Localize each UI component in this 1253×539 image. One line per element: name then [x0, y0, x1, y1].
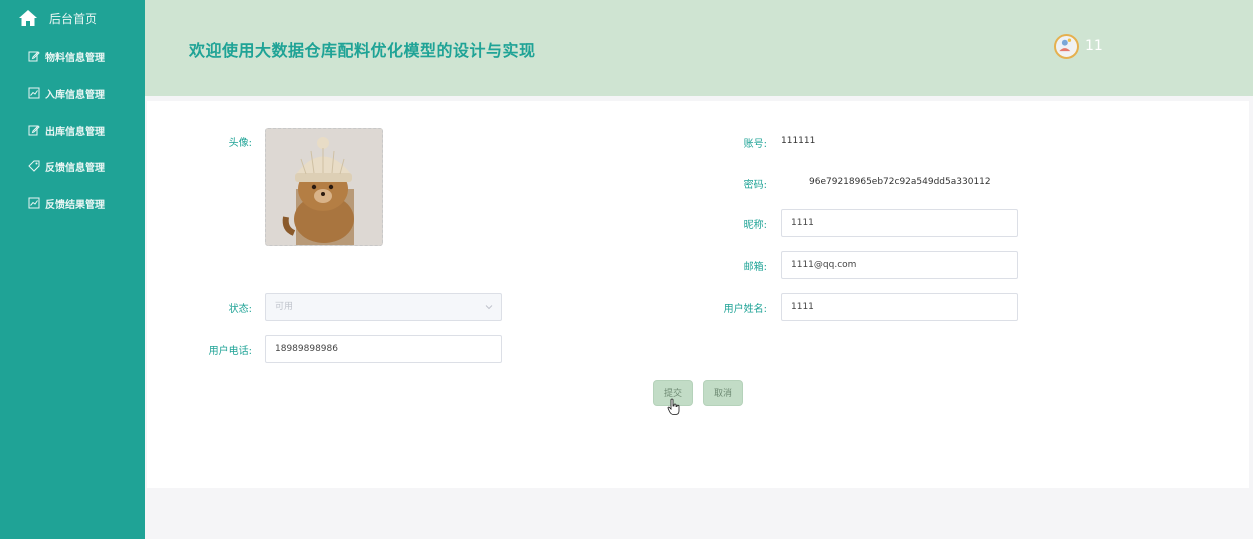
- sidebar-item-label: 物料信息管理: [45, 52, 105, 64]
- user-avatar[interactable]: [1054, 34, 1079, 59]
- chart-icon: [28, 87, 40, 99]
- avatar-icon: [1056, 36, 1074, 54]
- phone-input[interactable]: 18989898986: [265, 335, 502, 363]
- profile-form: 头像: 账号: 111111 密码: 96e79218965eb72c92a54…: [147, 101, 1249, 488]
- sidebar-item-label: 入库信息管理: [45, 89, 105, 101]
- sidebar-item-feedback[interactable]: 反馈信息管理: [28, 158, 105, 174]
- email-input[interactable]: 1111@qq.com: [781, 251, 1018, 279]
- home-icon: [19, 10, 37, 26]
- avatar-upload[interactable]: [265, 128, 383, 246]
- page-title: 欢迎使用大数据仓库配料优化模型的设计与实现: [189, 41, 536, 60]
- chevron-down-icon: [485, 305, 493, 310]
- account-value: 111111: [781, 136, 816, 146]
- phone-label: 用户电话:: [208, 346, 252, 357]
- sidebar-item-home[interactable]: 后台首页: [18, 8, 97, 28]
- teddy-bear-photo: [266, 129, 382, 245]
- sidebar-item-inbound[interactable]: 入库信息管理: [28, 85, 105, 101]
- username[interactable]: 11: [1085, 38, 1103, 54]
- header: 欢迎使用大数据仓库配料优化模型的设计与实现 11: [145, 0, 1253, 96]
- status-select-value: 可用: [275, 302, 294, 312]
- sidebar-item-feedback-result[interactable]: 反馈结果管理: [28, 195, 105, 211]
- account-label: 账号:: [743, 139, 767, 150]
- sidebar-item-label: 反馈信息管理: [45, 162, 105, 174]
- password-label: 密码:: [743, 180, 767, 191]
- sidebar: 后台首页 物料信息管理 入库信息管理 出库信息管理 反馈信息管理 反馈结果管理: [0, 0, 145, 539]
- sidebar-item-material[interactable]: 物料信息管理: [28, 48, 105, 64]
- sidebar-item-label: 出库信息管理: [45, 126, 105, 138]
- tag-icon: [28, 160, 40, 172]
- realname-label: 用户姓名:: [723, 304, 767, 315]
- hand-cursor-icon: [667, 398, 680, 415]
- edit-icon: [28, 51, 40, 62]
- cancel-button[interactable]: 取消: [703, 380, 743, 406]
- avatar-label: 头像:: [228, 138, 252, 149]
- sidebar-item-label: 反馈结果管理: [45, 199, 105, 211]
- chart-icon: [28, 197, 40, 209]
- status-select[interactable]: 可用: [265, 293, 502, 321]
- nickname-label: 昵称:: [743, 220, 767, 231]
- sidebar-item-outbound[interactable]: 出库信息管理: [28, 122, 105, 138]
- edit-icon: [28, 125, 40, 136]
- status-label: 状态:: [228, 304, 252, 315]
- password-value: 96e79218965eb72c92a549dd5a330112: [809, 177, 991, 187]
- nickname-input[interactable]: 1111: [781, 209, 1018, 237]
- realname-input[interactable]: 1111: [781, 293, 1018, 321]
- sidebar-item-label: 后台首页: [49, 11, 98, 26]
- email-label: 邮箱:: [743, 262, 767, 273]
